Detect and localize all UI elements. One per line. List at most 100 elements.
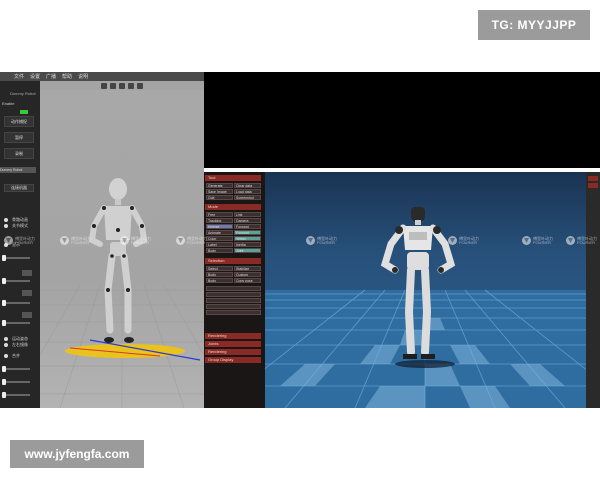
scroll-button[interactable] [588, 176, 598, 181]
slider-handle[interactable] [2, 278, 6, 284]
pause-button[interactable]: 暂停 [4, 132, 34, 143]
menu-item-settings[interactable]: 设置 [30, 73, 40, 80]
radio-mirror[interactable] [4, 343, 8, 347]
motion-capture-button[interactable]: 动作捕捉 [4, 116, 34, 127]
scale-tool-icon[interactable] [119, 82, 125, 89]
logo-watermark: 傅里叶动力 FOURIER [306, 236, 337, 245]
right-3d-viewport[interactable] [265, 172, 586, 408]
fourier-logo-icon [448, 236, 457, 245]
cell-link[interactable]: Link [234, 212, 261, 217]
slider[interactable] [2, 300, 30, 306]
cell-copy-pose[interactable]: Copy pose [234, 278, 261, 283]
cell-tracking[interactable]: Tracking [206, 218, 233, 223]
slider[interactable] [2, 379, 30, 385]
cell-empty[interactable] [206, 304, 261, 309]
cell-inertia[interactable]: Inertia [234, 242, 261, 247]
watermark-text: 傅里叶动力 FOURIER [187, 235, 207, 245]
number-field[interactable] [22, 270, 32, 276]
slider-handle[interactable] [2, 300, 6, 306]
radio-skeleton[interactable] [4, 218, 8, 222]
watermark-text: 傅里叶动力 FOURIER [459, 235, 479, 245]
section-header-rendering-2[interactable]: Rendering [205, 349, 261, 355]
cell-quit[interactable]: Quit [206, 195, 233, 200]
cell-body[interactable]: Body [206, 248, 233, 253]
enable-toggle[interactable] [20, 110, 28, 114]
left-3d-viewport[interactable] [9, 90, 204, 408]
radio-pose[interactable] [4, 337, 8, 341]
section-header-rendering[interactable]: Rendering [205, 333, 261, 339]
cell-screenshot[interactable]: Screenshot [234, 195, 261, 200]
cell-empty[interactable] [206, 310, 261, 315]
cell-vertex[interactable]: Vertex [234, 236, 261, 241]
cell-empty[interactable] [206, 292, 261, 297]
section-header-tool[interactable]: Tool [205, 175, 261, 181]
section-header-selection[interactable]: Selection [205, 258, 261, 264]
cell-generate[interactable]: Generate [206, 183, 233, 188]
slider-handle[interactable] [2, 255, 6, 261]
slider[interactable] [2, 278, 30, 284]
slider-handle[interactable] [2, 320, 6, 326]
move-tool-icon[interactable] [101, 82, 107, 89]
cell-empty[interactable] [206, 286, 261, 291]
left-viewport-toolbar [40, 81, 204, 90]
cell-forward-2[interactable]: Forward [234, 230, 261, 235]
fourier-logo-icon [306, 236, 315, 245]
record-button[interactable]: 录制 [4, 148, 34, 159]
slider-handle[interactable] [2, 379, 6, 385]
cell-free[interactable]: Free [206, 212, 233, 217]
robot-name-field[interactable]: Dummy Robot [0, 167, 36, 173]
right-side-scrollbar[interactable] [586, 172, 600, 408]
cell-empty[interactable] [206, 298, 261, 303]
fourier-logo-icon [176, 236, 185, 245]
rotate-tool-icon[interactable] [110, 82, 116, 89]
camera-icon[interactable] [128, 82, 134, 89]
menu-item-file[interactable]: 文件 [14, 73, 24, 80]
section-header-mode[interactable]: Mode [205, 204, 261, 210]
site-url-label: www.jyfengfa.com [10, 440, 144, 468]
menu-item-broadcast[interactable]: 广播 [46, 73, 56, 80]
cell-save-image[interactable]: Save Image [206, 189, 233, 194]
number-field[interactable] [22, 290, 32, 296]
menu-item-info[interactable]: 说明 [78, 73, 88, 80]
slider[interactable] [2, 320, 30, 326]
slider[interactable] [2, 366, 30, 372]
radio-merge[interactable] [4, 354, 8, 358]
connect-robot-button[interactable]: 连接机器 [4, 184, 34, 192]
logo-watermark: 傅里叶动力 FOURIER [176, 236, 207, 245]
cell-camera[interactable]: Camera [234, 218, 261, 223]
menu-item-help[interactable]: 帮助 [62, 73, 72, 80]
cell-joint[interactable]: Joint [234, 248, 261, 253]
radio-label: 左右镜像 [12, 342, 28, 347]
cell-color[interactable]: Color [206, 236, 233, 241]
cell-body-2[interactable]: Body [206, 272, 233, 277]
slider[interactable] [2, 392, 30, 398]
left-menubar: 文件 设置 广播 帮助 说明 [0, 72, 204, 81]
watermark-text: 傅里叶动力 FOURIER [131, 235, 151, 245]
watermark-text: 傅里叶动力 FOURIER [317, 235, 337, 245]
slider-handle[interactable] [2, 366, 6, 372]
watermark-text: 傅里叶动力 FOURIER [577, 235, 597, 245]
logo-watermark: 傅里叶动力 FOURIER [448, 236, 479, 245]
mannequin-figure [88, 178, 148, 343]
logo-watermark: 傅里叶动力 FOURIER [4, 236, 35, 245]
cell-animate[interactable]: Animate [206, 230, 233, 235]
slider-handle[interactable] [2, 392, 6, 398]
radio-joint-mode[interactable] [4, 224, 8, 228]
section-header-group[interactable]: Group Display [205, 357, 261, 363]
section-header-joints[interactable]: Joints [205, 341, 261, 347]
view-icon[interactable] [137, 82, 143, 89]
cell-select[interactable]: Select [206, 266, 233, 271]
cell-custom[interactable]: Custom [234, 272, 261, 277]
logo-watermark: 傅里叶动力 FOURIER [60, 236, 91, 245]
cell-forward[interactable]: Forward [234, 224, 261, 229]
slider[interactable] [2, 255, 30, 261]
cell-inverse[interactable]: Inverse [206, 224, 233, 229]
fourier-logo-icon [522, 236, 531, 245]
cell-stabilize[interactable]: Stabilize [234, 266, 261, 271]
cell-load-data[interactable]: Load data [234, 189, 261, 194]
cell-clear-data[interactable]: Clear data [234, 183, 261, 188]
cell-label[interactable]: Label [206, 242, 233, 247]
cell-body-3[interactable]: Body [206, 278, 233, 283]
scroll-button[interactable] [588, 183, 598, 188]
number-field[interactable] [22, 312, 32, 318]
